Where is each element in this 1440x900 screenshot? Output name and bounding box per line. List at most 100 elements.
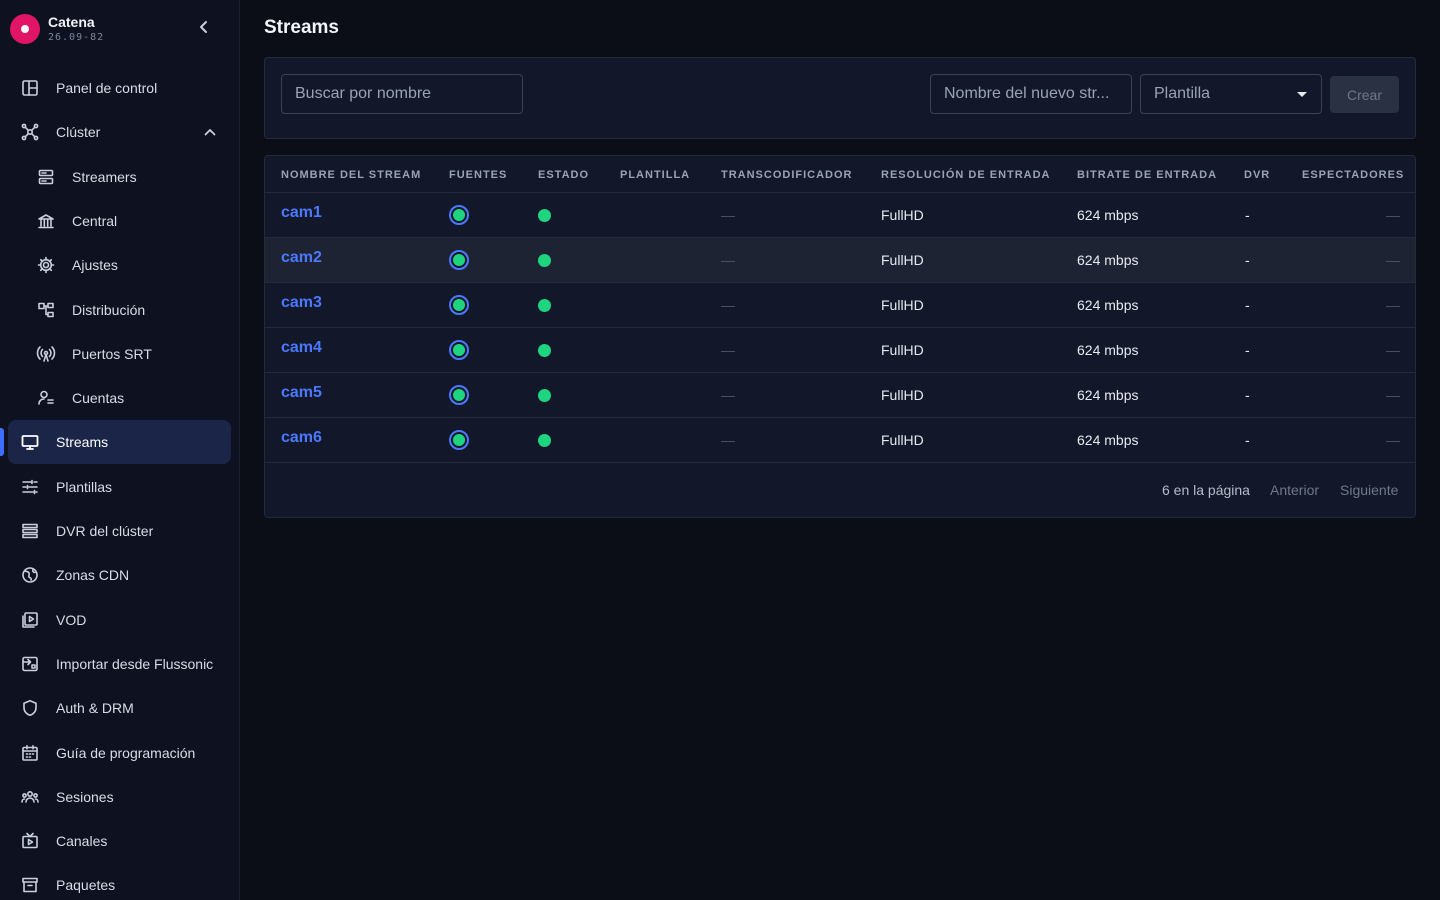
- input-bitrate-cell: 624 mbps: [1077, 387, 1139, 403]
- transcoder-cell: —: [721, 297, 735, 313]
- table-row[interactable]: cam5 — FullHD 624 mbps - —: [265, 373, 1415, 418]
- sidebar-item-ajustes[interactable]: Ajustes: [8, 243, 231, 287]
- stream-name-link[interactable]: cam3: [281, 294, 322, 312]
- sidebar-item-epg[interactable]: Guía de programación: [8, 731, 231, 775]
- previous-page-button[interactable]: Anterior: [1270, 482, 1319, 498]
- sidebar-item-vod[interactable]: VOD: [8, 598, 231, 642]
- new-stream-name-input[interactable]: [930, 74, 1132, 114]
- column-header-viewers: Espectadores: [1302, 169, 1405, 181]
- sidebar: Catena 26.09-82 Panel de control Clúster S…: [0, 0, 240, 900]
- source-status-icon: [449, 250, 469, 270]
- sidebar-item-canales[interactable]: Canales: [8, 819, 231, 863]
- table-row[interactable]: cam4 — FullHD 624 mbps - —: [265, 328, 1415, 373]
- server-icon: [36, 167, 56, 187]
- column-header-dvr: DVR: [1244, 169, 1271, 181]
- create-button[interactable]: Crear: [1330, 76, 1399, 113]
- table-row[interactable]: cam3 — FullHD 624 mbps - —: [265, 283, 1415, 328]
- column-header-status: Estado: [538, 169, 590, 181]
- sidebar-item-distribucion[interactable]: Distribución: [8, 288, 231, 332]
- source-status-icon: [449, 340, 469, 360]
- sidebar-item-import[interactable]: Importar desde Flussonic: [8, 642, 231, 686]
- sidebar-item-cluster[interactable]: Clúster: [8, 110, 231, 154]
- viewers-cell: —: [1386, 207, 1400, 223]
- main-content: Streams Plantilla Crear Nombre del strea…: [240, 0, 1440, 900]
- transcoder-cell: —: [721, 432, 735, 448]
- sidebar-item-label: Canales: [56, 833, 108, 850]
- sidebar-item-label: Streams: [56, 434, 109, 451]
- dvr-cell: -: [1245, 342, 1250, 358]
- transcoder-cell: —: [721, 252, 735, 268]
- sidebar-item-streamers[interactable]: Streamers: [8, 155, 231, 199]
- sidebar-item-paquetes[interactable]: Paquetes: [8, 863, 231, 900]
- sidebar-item-cuentas[interactable]: Cuentas: [8, 376, 231, 420]
- sidebar-item-panel[interactable]: Panel de control: [8, 66, 231, 110]
- viewers-cell: —: [1386, 432, 1400, 448]
- page-title: Streams: [264, 17, 339, 38]
- monitor-icon: [20, 432, 40, 452]
- chevron-up-icon[interactable]: [201, 123, 219, 141]
- brand-logo: [10, 14, 40, 44]
- sidebar-item-label: Central: [72, 212, 118, 229]
- stream-name-link[interactable]: cam1: [281, 204, 322, 222]
- sidebar-item-label: Zonas CDN: [56, 567, 130, 584]
- tv-icon: [20, 831, 40, 851]
- caret-down-icon: [1297, 92, 1307, 97]
- sidebar-item-sesiones[interactable]: Sesiones: [8, 775, 231, 819]
- input-resolution-cell: FullHD: [881, 387, 924, 403]
- stream-name-link[interactable]: cam5: [281, 384, 322, 402]
- import-icon: [20, 654, 40, 674]
- template-select-value: Plantilla: [1154, 85, 1211, 102]
- sidebar-item-label: Ajustes: [72, 257, 118, 274]
- input-resolution-cell: FullHD: [881, 432, 924, 448]
- table-row[interactable]: cam1 — FullHD 624 mbps - —: [265, 193, 1415, 238]
- column-header-name[interactable]: Nombre del stream: [281, 169, 421, 181]
- gear-icon: [36, 255, 56, 275]
- streams-toolbar: Plantilla Crear: [264, 57, 1416, 139]
- sidebar-item-label: Importar desde Flussonic: [56, 655, 214, 672]
- collapse-sidebar-button[interactable]: [195, 18, 213, 36]
- input-bitrate-cell: 624 mbps: [1077, 342, 1139, 358]
- input-bitrate-cell: 624 mbps: [1077, 252, 1139, 268]
- next-page-button[interactable]: Siguiente: [1340, 482, 1398, 498]
- sidebar-item-streams[interactable]: Streams: [8, 420, 231, 465]
- dvr-cell: -: [1245, 252, 1250, 268]
- sidebar-item-central[interactable]: Central: [8, 199, 231, 243]
- sidebar-item-plantillas[interactable]: Plantillas: [8, 465, 231, 509]
- source-status-icon: [449, 205, 469, 225]
- sidebar-item-label: DVR del clúster: [56, 523, 154, 539]
- streams-table: Nombre del stream Fuentes Estado Plantil…: [264, 155, 1416, 518]
- table-row[interactable]: cam6 — FullHD 624 mbps - —: [265, 418, 1415, 463]
- archive-icon: [20, 875, 40, 895]
- stream-name-link[interactable]: cam4: [281, 339, 322, 357]
- stream-status-icon: [538, 434, 551, 447]
- column-header-transcoder: Transcodificador: [721, 169, 853, 181]
- sidebar-item-cdn[interactable]: Zonas CDN: [8, 553, 231, 597]
- sidebar-item-auth[interactable]: Auth & DRM: [8, 686, 231, 730]
- dvr-cell: -: [1245, 297, 1250, 313]
- input-bitrate-cell: 624 mbps: [1077, 432, 1139, 448]
- search-input[interactable]: [281, 74, 523, 114]
- input-bitrate-cell: 624 mbps: [1077, 207, 1139, 223]
- table-header: Nombre del stream Fuentes Estado Plantil…: [265, 156, 1415, 193]
- template-select[interactable]: Plantilla: [1140, 74, 1322, 114]
- table-row[interactable]: cam2 — FullHD 624 mbps - —: [265, 238, 1415, 283]
- sidebar-item-dvr[interactable]: DVR del clúster: [8, 509, 231, 553]
- input-resolution-cell: FullHD: [881, 252, 924, 268]
- sidebar-item-label: Clúster: [56, 124, 101, 141]
- dvr-cell: -: [1245, 207, 1250, 223]
- sidebar-item-label: Distribución: [72, 301, 146, 318]
- sidebar-item-label: VOD: [56, 611, 87, 628]
- stream-name-link[interactable]: cam6: [281, 429, 322, 447]
- sidebar-item-label: Guía de programación: [56, 744, 196, 761]
- video-library-icon: [20, 610, 40, 630]
- transcoder-cell: —: [721, 387, 735, 403]
- transcoder-cell: —: [721, 342, 735, 358]
- per-page-label[interactable]: 6 en la página: [1162, 482, 1250, 498]
- stream-name-link[interactable]: cam2: [281, 249, 322, 267]
- column-header-input-resolution: Resolución de entrada: [881, 169, 1051, 181]
- source-status-icon: [449, 385, 469, 405]
- brand-name: Catena: [48, 14, 95, 30]
- bank-icon: [36, 211, 56, 231]
- sidebar-item-srt[interactable]: Puertos SRT: [8, 332, 231, 376]
- sidebar-item-label: Streamers: [72, 168, 137, 185]
